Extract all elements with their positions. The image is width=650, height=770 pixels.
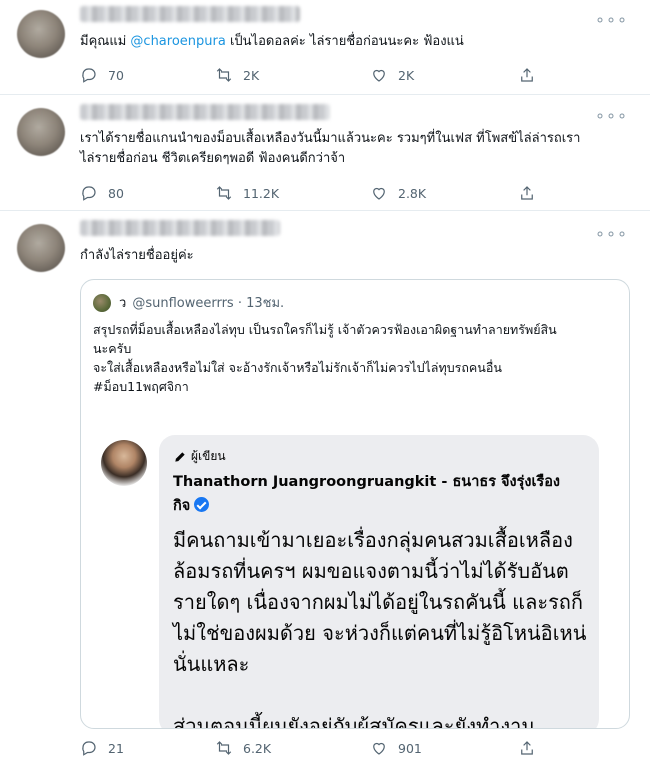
share-button[interactable]: [518, 184, 546, 202]
author-badge: ผู้เขียน: [173, 447, 226, 466]
retweet-count: 11.2K: [243, 185, 280, 201]
author-label: ผู้เขียน: [191, 449, 226, 463]
share-icon: [521, 186, 533, 200]
retweet-icon: [216, 186, 232, 200]
tweet-text: เราได้รายชื่อแกนนำของม็อบเสื้อเหลืองวันน…: [80, 131, 581, 166]
more-options-icon[interactable]: ∘∘∘: [595, 106, 628, 125]
reply-icon: [82, 186, 96, 201]
author-name-text: Thanathorn Juangroongruangkit - ธนาธร จึ…: [173, 474, 561, 514]
retweet-count: 2K: [243, 67, 260, 83]
tweet-actions: 70 2K 2K: [80, 66, 550, 86]
tweet-text: กำลังไล่รายชื่ออยู่ค่ะ: [80, 248, 194, 263]
verified-badge-icon: [194, 497, 210, 512]
facebook-post-body: มีคนถามเข้ามาเยอะเรื่องกลุ่มคนสวมเสื้อเห…: [173, 528, 587, 729]
share-button[interactable]: [518, 739, 546, 757]
retweet-icon: [216, 68, 232, 82]
retweet-button[interactable]: 2K: [215, 66, 259, 84]
embedded-facebook-screenshot: ผู้เขียน Thanathorn Juangroongruangkit -…: [159, 435, 599, 729]
retweet-button[interactable]: 11.2K: [215, 184, 279, 202]
tweet-2[interactable]: ∘∘∘ เราได้รายชื่อแกนนำของม็อบเสื้อเหลือง…: [0, 96, 650, 211]
tweet-actions: 21 6.2K 901: [80, 739, 550, 759]
reply-icon: [82, 741, 96, 756]
blurred-username[interactable]: [80, 104, 330, 120]
share-button[interactable]: [518, 66, 546, 84]
reply-icon: [82, 68, 96, 83]
blurred-username[interactable]: [80, 6, 300, 22]
like-button[interactable]: 2.8K: [370, 184, 426, 202]
retweet-icon: [216, 741, 232, 755]
tweet-1[interactable]: ∘∘∘ มีคุณแม่ @charoenpura เป็นไอดอลค่ะ ไ…: [0, 0, 650, 95]
avatar[interactable]: [17, 224, 65, 272]
reply-count: 70: [108, 67, 124, 83]
mention-link[interactable]: @charoenpura: [130, 34, 225, 49]
like-count: 2.8K: [398, 185, 427, 201]
facebook-author-avatar: [101, 440, 147, 486]
tweet-text: มีคุณแม่ @charoenpura เป็นไอดอลค่ะ ไล่รา…: [80, 32, 464, 52]
pencil-icon: [175, 451, 185, 462]
like-button[interactable]: 901: [370, 739, 422, 757]
quoted-handle[interactable]: @sunfloweerrrs · 13ชม.: [132, 292, 284, 313]
quoted-avatar[interactable]: [93, 293, 111, 312]
retweet-button[interactable]: 6.2K: [215, 739, 271, 757]
blurred-username[interactable]: [80, 220, 280, 236]
facebook-author-name: Thanathorn Juangroongruangkit - ธนาธร จึ…: [173, 470, 583, 518]
reply-button[interactable]: 21: [80, 739, 124, 757]
tweet-text-part: เป็นไอดอลค่ะ ไล่รายชื่อก่อนนะคะ ฟ้องแน่: [225, 34, 464, 49]
tweet-3[interactable]: ∘∘∘ กำลังไล่รายชื่ออยู่ค่ะ ว @sunfloweer…: [0, 212, 650, 770]
reply-count: 21: [108, 740, 124, 756]
share-icon: [521, 741, 533, 755]
heart-icon: [373, 187, 385, 200]
tweet-actions: 80 11.2K 2.8K: [80, 184, 550, 204]
more-options-icon[interactable]: ∘∘∘: [595, 224, 628, 243]
tweet-text-part: มีคุณแม่: [80, 34, 131, 49]
more-options-icon[interactable]: ∘∘∘: [595, 10, 628, 29]
heart-icon: [373, 69, 385, 82]
share-icon: [521, 68, 533, 82]
quoted-text: สรุปรถที่ม็อบเสื้อเหลืองไล่ทุบ เป็นรถใคร…: [93, 322, 557, 394]
avatar[interactable]: [17, 10, 65, 58]
reply-button[interactable]: 70: [80, 66, 124, 84]
like-button[interactable]: 2K: [370, 66, 414, 84]
quoted-tweet[interactable]: ว @sunfloweerrrs · 13ชม. สรุปรถที่ม็อบเส…: [80, 279, 630, 729]
quoted-display-name[interactable]: ว: [119, 292, 126, 313]
reply-button[interactable]: 80: [80, 184, 124, 202]
retweet-count: 6.2K: [243, 740, 272, 756]
like-count: 2K: [398, 67, 415, 83]
avatar[interactable]: [17, 108, 65, 156]
heart-icon: [373, 742, 385, 755]
quoted-tweet-header: ว @sunfloweerrrs · 13ชม.: [93, 292, 284, 313]
like-count: 901: [398, 740, 422, 756]
reply-count: 80: [108, 185, 124, 201]
